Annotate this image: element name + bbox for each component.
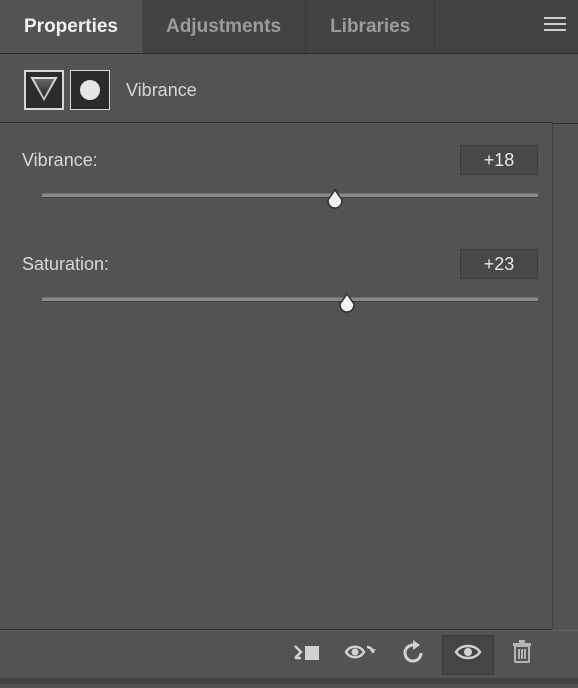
panel-menu-button[interactable] [532,0,578,53]
slider-track [42,297,538,302]
vibrance-value: +18 [484,150,515,171]
tab-label: Adjustments [166,16,281,38]
visibility-toggle-button[interactable] [442,635,494,675]
vibrance-label: Vibrance: [22,150,98,171]
tab-label: Properties [24,16,118,38]
menu-icon [544,17,566,36]
mask-icon [80,80,100,100]
vibrance-slider[interactable] [42,193,538,215]
saturation-slider[interactable] [42,297,538,319]
tab-adjustments[interactable]: Adjustments [142,0,306,53]
tab-properties[interactable]: Properties [0,0,142,53]
adjustment-title: Vibrance [126,80,197,101]
clip-icon [291,642,321,667]
tab-label: Libraries [330,16,410,38]
tabbar-spacer [435,0,532,53]
trash-icon [511,639,533,670]
adjustment-header: Vibrance [0,54,578,122]
layer-mask-thumbnail[interactable] [70,70,110,110]
slider-track [42,193,538,198]
scroll-gutter [552,123,578,629]
clip-to-layer-button[interactable] [280,635,332,675]
saturation-slider-handle[interactable] [337,292,357,314]
vibrance-row: Vibrance: +18 [22,145,540,215]
view-previous-state-button[interactable] [334,635,386,675]
adjustment-type-thumbnail[interactable] [24,70,64,110]
vibrance-slider-handle[interactable] [325,188,345,210]
eye-icon [454,642,482,667]
saturation-row: Saturation: +23 [22,249,540,319]
reset-icon [401,640,427,669]
saturation-value: +23 [484,254,515,275]
panel-tabbar: Properties Adjustments Libraries [0,0,578,54]
reset-button[interactable] [388,635,440,675]
panel-bottom-edge [0,678,578,684]
vibrance-icon [30,75,58,106]
delete-button[interactable] [496,635,548,675]
tab-libraries[interactable]: Libraries [306,0,435,53]
saturation-label: Saturation: [22,254,109,275]
vibrance-value-input[interactable]: +18 [460,145,538,175]
saturation-value-input[interactable]: +23 [460,249,538,279]
properties-footer [0,630,578,678]
properties-body: Vibrance: +18 Saturation: +23 [0,122,552,630]
eye-cycle-icon [343,641,377,668]
